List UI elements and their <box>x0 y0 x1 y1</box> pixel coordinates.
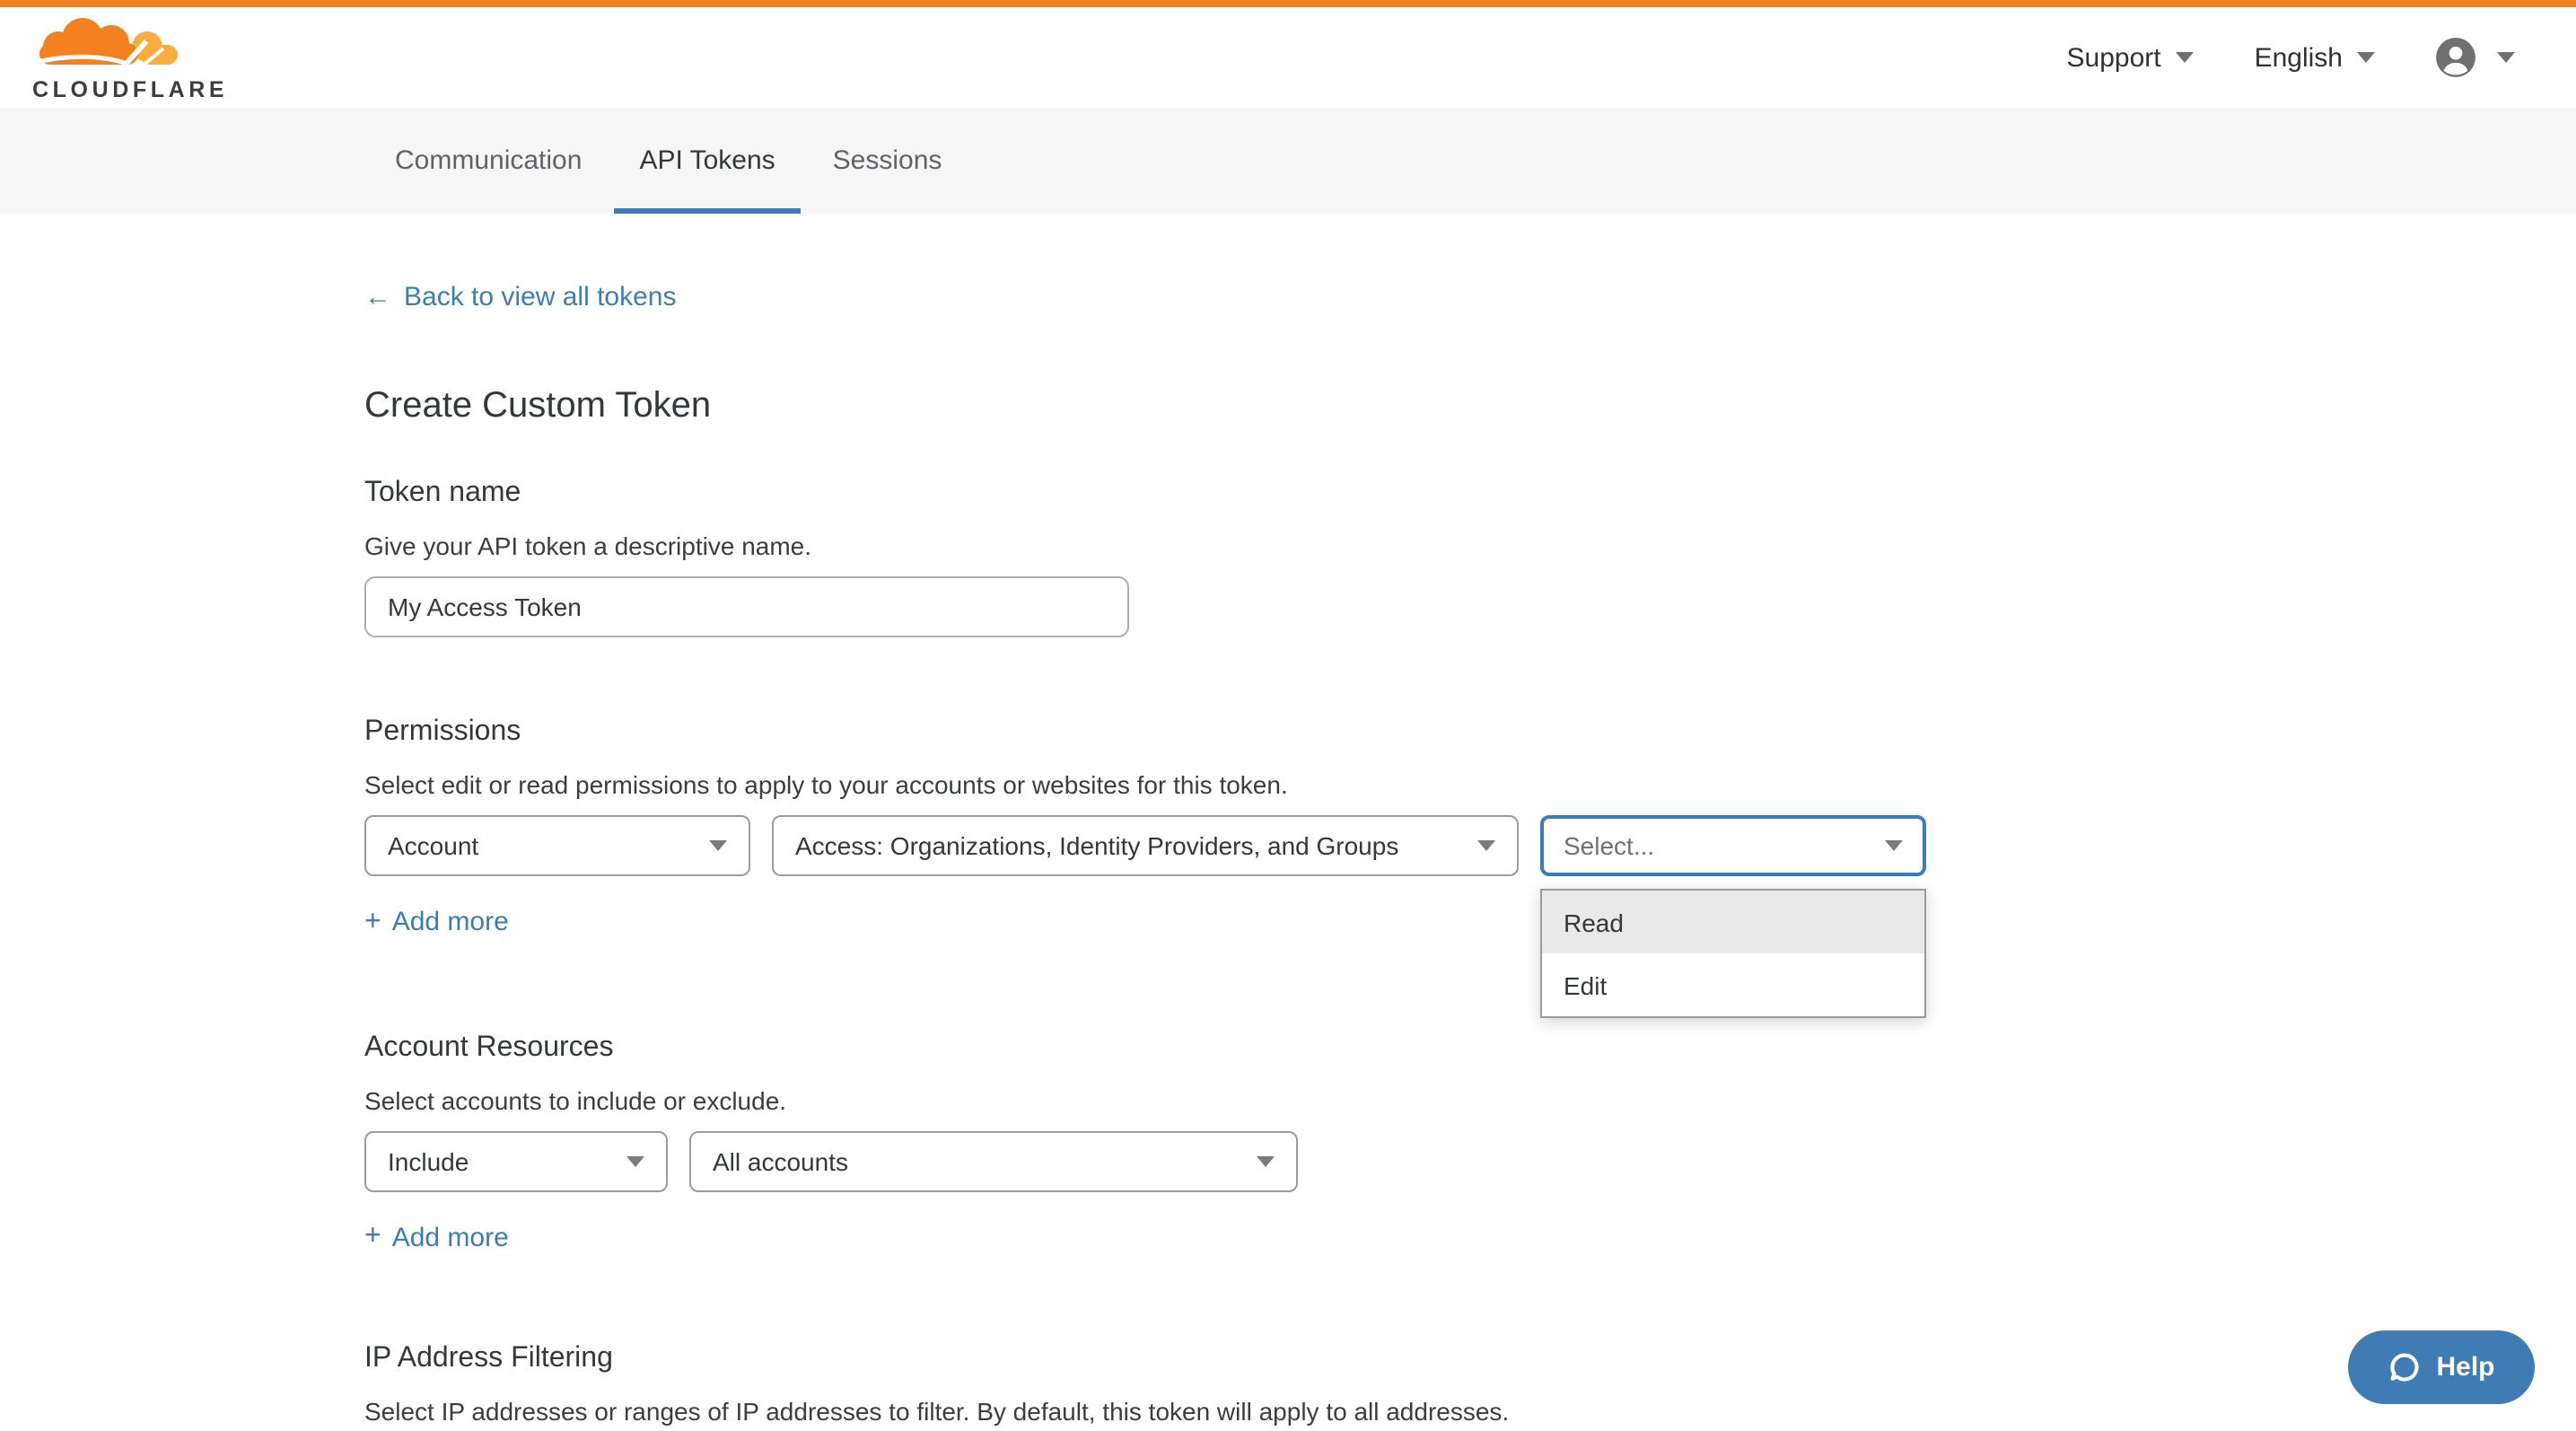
token-name-description: Give your API token a descriptive name. <box>364 531 2576 560</box>
permission-group-value: Access: Organizations, Identity Provider… <box>795 831 1398 860</box>
permissions-heading: Permissions <box>364 716 2576 749</box>
chevron-down-icon <box>2176 52 2194 63</box>
resource-mode-select[interactable]: Include <box>364 1130 668 1191</box>
permissions-description: Select edit or read permissions to apply… <box>364 770 2576 799</box>
add-more-label: Add more <box>392 1222 509 1252</box>
language-menu[interactable]: English <box>2255 42 2375 73</box>
chevron-down-icon <box>1477 840 1495 851</box>
permissions-add-more-link[interactable]: + Add more <box>364 907 509 937</box>
profile-tabs: Communication API Tokens Sessions <box>0 108 2576 214</box>
ip-filtering-heading: IP Address Filtering <box>364 1343 2576 1375</box>
chevron-down-icon <box>2357 52 2375 63</box>
account-resources-description: Select accounts to include or exclude. <box>364 1085 2576 1114</box>
resource-accounts-value: All accounts <box>713 1146 848 1175</box>
language-label: English <box>2255 42 2343 73</box>
account-resources-add-more-link[interactable]: + Add more <box>364 1222 509 1252</box>
permission-group-select[interactable]: Access: Organizations, Identity Provider… <box>772 815 1519 876</box>
menu-option-read[interactable]: Read <box>1542 891 1924 953</box>
ip-filtering-description: Select IP addresses or ranges of IP addr… <box>364 1397 2576 1426</box>
account-resources-heading: Account Resources <box>364 1032 2576 1064</box>
permission-access-select[interactable]: Select... <box>1540 815 1926 876</box>
page-title: Create Custom Token <box>364 386 2576 427</box>
chevron-down-icon <box>2497 52 2515 63</box>
chevron-down-icon <box>1257 1155 1275 1166</box>
plus-icon: + <box>364 908 381 936</box>
help-button-label: Help <box>2436 1352 2494 1383</box>
chevron-down-icon <box>709 840 727 851</box>
add-more-label: Add more <box>392 907 509 937</box>
help-button[interactable]: Help <box>2348 1330 2535 1404</box>
plus-icon: + <box>364 1223 381 1251</box>
chat-bubble-icon <box>2388 1350 2422 1384</box>
back-link-label: Back to view all tokens <box>404 282 677 312</box>
page: CLOUDFLARE Support English <box>0 0 2576 1431</box>
chevron-down-icon <box>626 1155 644 1166</box>
resource-mode-value: Include <box>388 1146 469 1175</box>
tab-sessions[interactable]: Sessions <box>808 108 968 214</box>
resource-accounts-select[interactable]: All accounts <box>689 1130 1298 1191</box>
cloudflare-cloud-icon <box>32 14 212 77</box>
brand-accent-bar <box>0 0 2576 7</box>
permission-scope-value: Account <box>388 831 478 860</box>
tab-communication[interactable]: Communication <box>370 108 607 214</box>
user-avatar-icon <box>2436 38 2475 77</box>
back-to-tokens-link[interactable]: ← Back to view all tokens <box>364 282 677 312</box>
cloudflare-logo[interactable]: CLOUDFLARE <box>32 14 228 101</box>
permission-access-placeholder: Select... <box>1564 831 1654 860</box>
account-resources-row: Include All accounts <box>364 1130 2576 1191</box>
support-label: Support <box>2067 42 2161 73</box>
tab-api-tokens[interactable]: API Tokens <box>614 108 800 214</box>
menu-option-edit[interactable]: Edit <box>1542 953 1924 1016</box>
token-name-heading: Token name <box>364 478 2576 510</box>
account-menu[interactable] <box>2436 38 2515 77</box>
arrow-left-icon: ← <box>364 282 391 312</box>
brand-wordmark: CLOUDFLARE <box>32 79 228 101</box>
permissions-row: Account Access: Organizations, Identity … <box>364 815 2576 876</box>
permission-scope-select[interactable]: Account <box>364 815 750 876</box>
support-menu[interactable]: Support <box>2067 42 2194 73</box>
access-level-dropdown-menu: Read Edit <box>1540 889 1926 1018</box>
chevron-down-icon <box>1885 840 1903 851</box>
main-content: ← Back to view all tokens Create Custom … <box>0 214 2576 1431</box>
token-name-input[interactable] <box>364 576 1129 637</box>
header: CLOUDFLARE Support English <box>0 7 2576 108</box>
